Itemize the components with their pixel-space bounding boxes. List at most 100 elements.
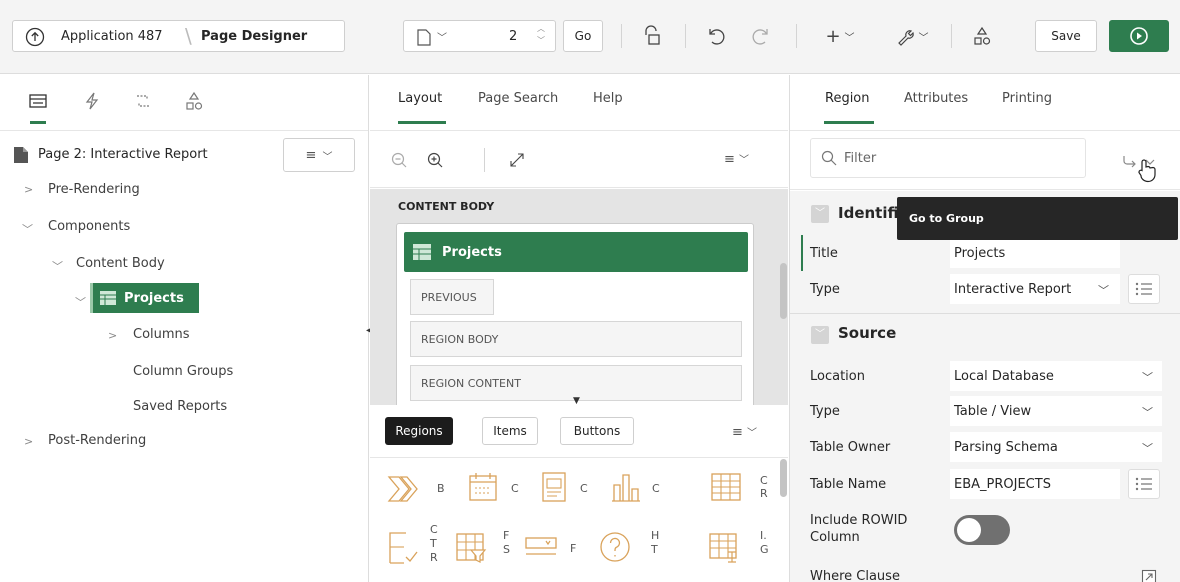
tree-node-pre-rendering[interactable]: Pre-Rendering	[48, 182, 140, 197]
prop-source-type-select[interactable]: Table / View ﹀	[950, 396, 1162, 426]
prop-rowid-label: Include ROWID Column	[810, 513, 908, 545]
redo-icon[interactable]	[750, 25, 772, 47]
application-link[interactable]: Application 487	[61, 29, 163, 44]
go-button[interactable]: Go	[563, 20, 603, 52]
tree-node-column-groups[interactable]: Column Groups	[133, 364, 233, 379]
projects-region-header[interactable]: Projects	[404, 232, 748, 272]
collapsed-chevron-icon[interactable]: >	[24, 435, 33, 448]
cards-gallery-icon[interactable]	[538, 469, 570, 505]
gallery-tab-items-label: Items	[493, 424, 527, 438]
source-group-header[interactable]: ﹀ Source	[790, 313, 1180, 353]
expand-arrows-icon[interactable]	[508, 151, 526, 169]
zoom-in-icon[interactable]	[426, 151, 444, 169]
prop-location-select[interactable]: Local Database ﹀	[950, 361, 1162, 391]
layout-menu-icon[interactable]: ≡ ﹀	[724, 151, 749, 167]
rendering-tab-icon[interactable]	[28, 91, 48, 111]
shared-components-tab-icon[interactable]	[183, 91, 205, 111]
gallery-letter: F	[570, 542, 577, 555]
help-text-gallery-icon[interactable]	[596, 527, 634, 567]
divider	[621, 24, 622, 48]
zoom-out-icon[interactable]	[390, 151, 408, 169]
collapsed-chevron-icon[interactable]: >	[108, 329, 117, 342]
gallery-menu-icon[interactable]: ≡ ﹀	[732, 424, 757, 440]
page-selector: ﹀ 2 ︿ ﹀	[403, 20, 556, 52]
form-gallery-icon[interactable]	[522, 527, 560, 567]
gallery-letter: F S	[503, 529, 510, 556]
prop-rowid-toggle[interactable]	[954, 515, 1010, 545]
prop-table-name-list-button[interactable]	[1128, 469, 1160, 499]
collapsed-chevron-icon[interactable]: >	[24, 183, 33, 196]
splitter-down-arrow-icon[interactable]: ▼	[573, 396, 580, 406]
go-to-group-icon[interactable]	[1120, 144, 1166, 184]
gallery-scrollbar[interactable]	[780, 459, 787, 497]
prop-title-input[interactable]: Projects	[950, 238, 1120, 268]
tab-page-search[interactable]: Page Search	[478, 91, 558, 106]
shared-components-icon[interactable]	[970, 24, 994, 48]
tree-menu-button[interactable]: ≡ ﹀	[283, 138, 355, 172]
slot-previous[interactable]: PREVIOUS	[410, 279, 494, 315]
unlock-icon[interactable]	[641, 24, 663, 48]
chart-gallery-icon[interactable]	[608, 469, 644, 505]
filter-input[interactable]: Filter	[810, 138, 1086, 178]
prop-type-list-button[interactable]	[1128, 274, 1160, 304]
breadcrumb-separator: \	[185, 24, 192, 48]
open-editor-icon[interactable]	[1140, 568, 1158, 582]
collapse-toggle-icon[interactable]: ﹀	[811, 205, 829, 223]
tab-printing[interactable]: Printing	[1002, 91, 1052, 106]
tree-node-columns[interactable]: Columns	[133, 327, 190, 342]
tree-node-content-body[interactable]: Content Body	[76, 256, 165, 271]
filter-placeholder: Filter	[844, 150, 877, 166]
utilities-wrench-icon[interactable]: ﹀	[890, 24, 934, 48]
property-editor: Region Attributes Printing Filter ﹀ Iden…	[789, 75, 1180, 582]
page-number-stepper[interactable]: ︿ ﹀	[534, 23, 548, 49]
expanded-chevron-icon[interactable]: ﹀	[52, 258, 63, 274]
interactive-report-icon	[99, 290, 117, 306]
tree-node-projects-selected[interactable]: Projects	[90, 283, 199, 313]
slot-previous-label: PREVIOUS	[421, 290, 477, 304]
gallery-tab-regions[interactable]: Regions	[385, 417, 453, 445]
prop-type-select[interactable]: Interactive Report ﹀	[950, 274, 1120, 304]
save-button[interactable]: Save	[1035, 20, 1097, 52]
undo-icon[interactable]	[705, 25, 727, 47]
processing-tab-icon[interactable]	[132, 91, 154, 111]
tab-region[interactable]: Region	[825, 91, 870, 106]
tab-layout[interactable]: Layout	[398, 91, 442, 106]
tree-node-saved-reports[interactable]: Saved Reports	[133, 399, 227, 414]
calendar-gallery-icon[interactable]	[465, 469, 501, 505]
slot-region-body[interactable]: REGION BODY	[410, 321, 742, 357]
gallery-letter: H T	[651, 529, 660, 556]
create-plus-icon[interactable]: + ﹀	[820, 24, 860, 48]
run-page-button[interactable]	[1109, 20, 1169, 52]
prop-title-label: Title	[810, 246, 838, 261]
tree-node-post-rendering[interactable]: Post-Rendering	[48, 433, 146, 448]
selected-row-marker	[801, 235, 803, 271]
page-type-dropdown-chevron-icon[interactable]: ﹀	[437, 29, 447, 44]
interactive-grid-gallery-icon[interactable]	[706, 527, 744, 567]
interactive-report-icon	[412, 243, 432, 261]
expanded-chevron-icon[interactable]: ﹀	[75, 294, 86, 310]
checklist-gallery-icon[interactable]	[385, 527, 421, 567]
list-icon	[1135, 282, 1152, 296]
prop-table-name-input[interactable]: EBA_PROJECTS	[950, 469, 1120, 499]
filter-area: Filter	[790, 132, 1180, 190]
tree-node-components[interactable]: Components	[48, 219, 130, 234]
gallery-tab-items[interactable]: Items	[482, 417, 538, 445]
prop-table-owner-select[interactable]: Parsing Schema ﹀	[950, 432, 1162, 462]
tree-page-title[interactable]: Page 2: Interactive Report	[38, 147, 208, 162]
classic-report-gallery-icon[interactable]	[708, 469, 744, 505]
tree-panel: Page 2: Interactive Report ≡ ﹀ > Pre-Ren…	[0, 75, 369, 582]
tab-help[interactable]: Help	[593, 91, 623, 106]
prop-location-value: Local Database	[954, 368, 1054, 384]
breadcrumb-gallery-icon[interactable]	[385, 471, 429, 507]
arrow-up-circle-icon[interactable]	[25, 27, 45, 47]
page-icon[interactable]	[416, 28, 432, 46]
faceted-search-gallery-icon[interactable]	[453, 527, 489, 567]
collapse-toggle-icon[interactable]: ﹀	[811, 326, 829, 344]
canvas-scrollbar[interactable]	[780, 263, 787, 319]
properties-body: ﹀ Identification Title Projects Type Int…	[790, 191, 1180, 582]
gallery-tab-buttons[interactable]: Buttons	[560, 417, 634, 445]
tab-attributes[interactable]: Attributes	[904, 91, 968, 106]
expanded-chevron-icon[interactable]: ﹀	[22, 221, 33, 237]
page-number-input[interactable]: 2	[509, 29, 517, 44]
dynamic-actions-tab-icon[interactable]	[82, 91, 102, 111]
